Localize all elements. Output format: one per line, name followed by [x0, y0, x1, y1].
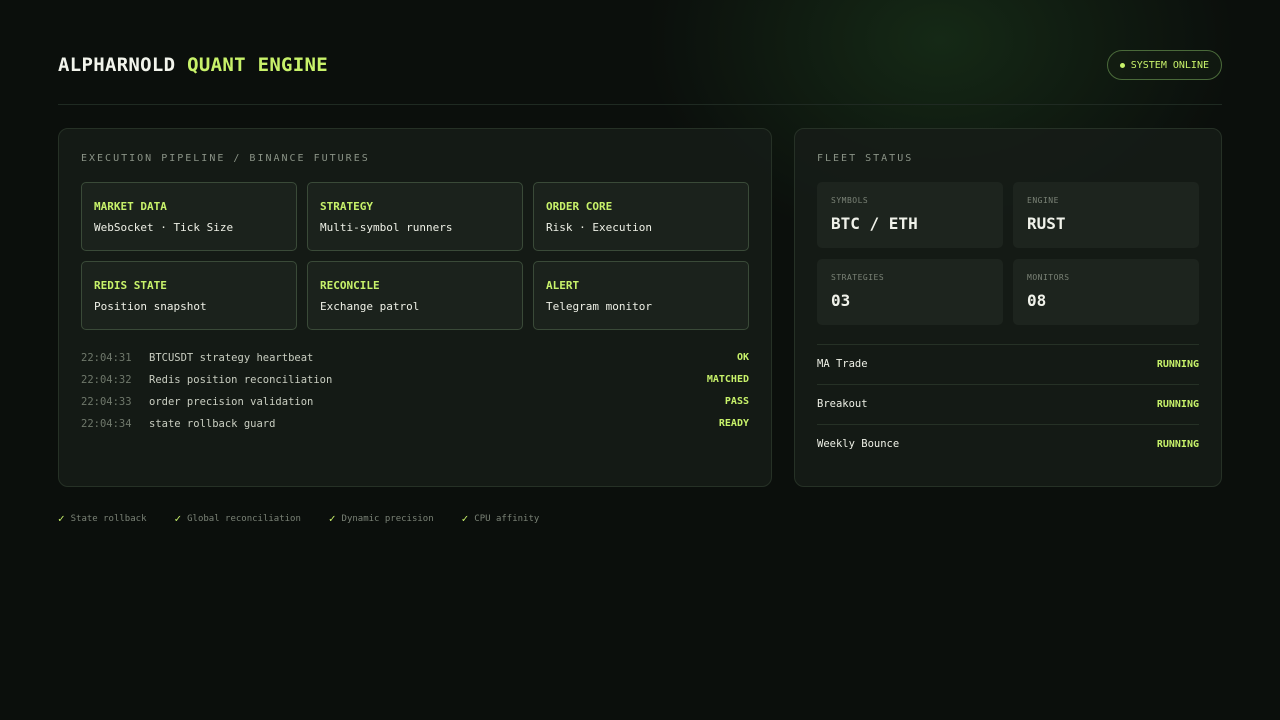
strategy-name: MA Trade: [817, 358, 868, 370]
status-dot-icon: [1119, 62, 1125, 68]
pipeline-card-market-data[interactable]: MARKET DATA WebSocket · Tick Size: [81, 182, 297, 251]
app-title: ALPHARNOLD QUANT ENGINE: [58, 54, 328, 76]
strategy-row-weekly-bounce[interactable]: Weekly Bounce RUNNING: [817, 424, 1199, 465]
fleet-status-panel: FLEET STATUS SYMBOLS BTC / ETH ENGINE RU…: [794, 128, 1222, 487]
stat-label: MONITORS: [1027, 273, 1070, 282]
pipeline-card-desc: Position snapshot: [94, 300, 207, 313]
log-message: BTCUSDT strategy heartbeat: [149, 352, 314, 364]
pipeline-card-title: ALERT: [546, 279, 580, 292]
log-message: Redis position reconciliation: [149, 374, 333, 386]
strategy-row-breakout[interactable]: Breakout RUNNING: [817, 384, 1199, 425]
brand-accent: QUANT ENGINE: [187, 54, 329, 76]
strategy-row-ma-trade[interactable]: MA Trade RUNNING: [817, 344, 1199, 385]
pipeline-card-desc: Telegram monitor: [546, 300, 652, 313]
log-status: READY: [718, 418, 749, 429]
strategy-status: RUNNING: [1156, 439, 1199, 450]
stat-symbols: SYMBOLS BTC / ETH: [817, 182, 1003, 248]
system-status-label: SYSTEM ONLINE: [1130, 59, 1209, 71]
feature-label: Global reconciliation: [187, 513, 301, 524]
system-status-badge: SYSTEM ONLINE: [1106, 50, 1222, 80]
pipeline-card-order-core[interactable]: ORDER CORE Risk · Execution: [533, 182, 749, 251]
log-message: order precision validation: [149, 396, 314, 408]
stat-engine: ENGINE RUST: [1013, 182, 1199, 248]
feature-item: ✓ CPU affinity: [462, 512, 540, 525]
pipeline-card-strategy[interactable]: STRATEGY Multi-symbol runners: [307, 182, 523, 251]
fleet-title: FLEET STATUS: [817, 153, 914, 164]
log-time: 22:04:34: [81, 418, 132, 430]
check-icon: ✓: [58, 512, 65, 525]
check-icon: ✓: [461, 512, 469, 525]
brand-main: ALPHARNOLD: [58, 54, 176, 76]
log-row: 22:04:34 state rollback guard READY: [81, 418, 749, 432]
stat-value: BTC / ETH: [831, 214, 918, 233]
pipeline-card-desc: Multi-symbol runners: [320, 221, 453, 234]
log-row: 22:04:33 order precision validation PASS: [81, 396, 749, 410]
feature-label: Dynamic precision: [341, 513, 434, 524]
stat-value: 08: [1027, 291, 1047, 310]
pipeline-card-title: RECONCILE: [320, 279, 380, 292]
check-icon: ✓: [174, 512, 182, 525]
log-time: 22:04:32: [81, 374, 132, 386]
stat-label: ENGINE: [1027, 196, 1059, 205]
log-status: OK: [736, 352, 749, 363]
execution-pipeline-panel: EXECUTION PIPELINE / BINANCE FUTURES MAR…: [58, 128, 772, 487]
pipeline-card-title: MARKET DATA: [94, 200, 167, 213]
strategy-name: Breakout: [817, 398, 868, 410]
pipeline-title: EXECUTION PIPELINE / BINANCE FUTURES: [81, 153, 370, 164]
strategy-status: RUNNING: [1156, 399, 1199, 410]
log-time: 22:04:33: [81, 396, 132, 408]
pipeline-card-alert[interactable]: ALERT Telegram monitor: [533, 261, 749, 330]
pipeline-card-desc: Risk · Execution: [546, 221, 652, 234]
stat-value: 03: [831, 291, 851, 310]
stat-label: STRATEGIES: [831, 273, 885, 282]
log-status: MATCHED: [706, 374, 749, 385]
feature-label: State rollback: [70, 513, 147, 524]
check-icon: ✓: [328, 512, 336, 525]
stat-label: SYMBOLS: [831, 196, 869, 205]
feature-item: ✓ Global reconciliation: [174, 512, 300, 525]
pipeline-card-redis-state[interactable]: REDIS STATE Position snapshot: [81, 261, 297, 330]
pipeline-card-desc: Exchange patrol: [320, 300, 420, 313]
pipeline-card-title: REDIS STATE: [94, 279, 167, 292]
feature-label: CPU affinity: [474, 513, 540, 524]
pipeline-card-desc: WebSocket · Tick Size: [94, 221, 234, 234]
stat-value: RUST: [1027, 214, 1066, 233]
log-row: 22:04:31 BTCUSDT strategy heartbeat OK: [81, 352, 749, 366]
pipeline-card-reconcile[interactable]: RECONCILE Exchange patrol: [307, 261, 523, 330]
stat-strategies: STRATEGIES 03: [817, 259, 1003, 325]
feature-item: ✓ State rollback: [58, 512, 146, 525]
log-row: 22:04:32 Redis position reconciliation M…: [81, 374, 749, 388]
strategy-status: RUNNING: [1156, 359, 1199, 370]
strategy-name: Weekly Bounce: [817, 438, 900, 450]
feature-list: ✓ State rollback ✓ Global reconciliation…: [58, 512, 539, 525]
pipeline-card-title: STRATEGY: [320, 200, 373, 213]
log-time: 22:04:31: [81, 352, 132, 364]
stat-monitors: MONITORS 08: [1013, 259, 1199, 325]
pipeline-card-title: ORDER CORE: [546, 200, 613, 213]
page-header: ALPHARNOLD QUANT ENGINE SYSTEM ONLINE: [58, 50, 1222, 105]
log-message: state rollback guard: [149, 418, 276, 430]
log-status: PASS: [724, 396, 749, 407]
feature-item: ✓ Dynamic precision: [329, 512, 434, 525]
